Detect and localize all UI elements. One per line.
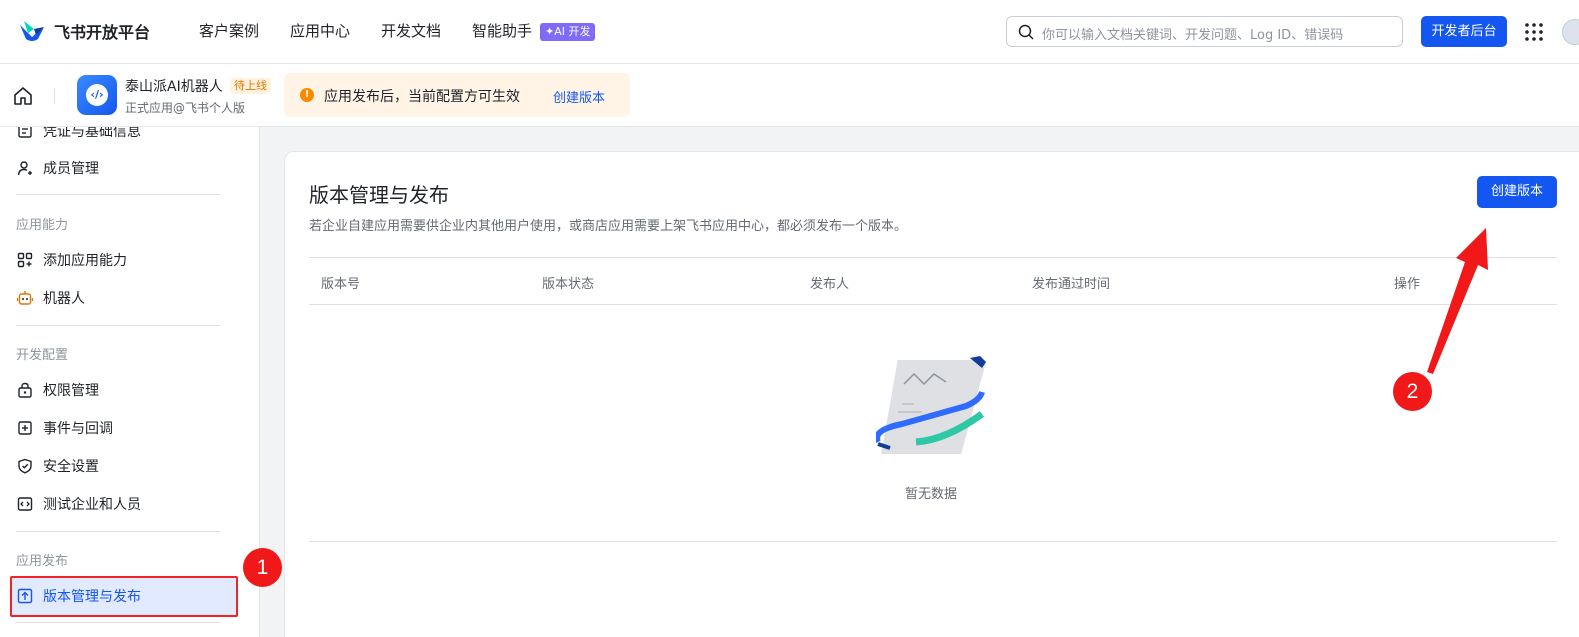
- app-name: 泰山派AI机器人: [125, 79, 223, 95]
- ai-dev-badge: ✦AI 开发: [540, 23, 596, 41]
- divider: [16, 622, 220, 623]
- avatar[interactable]: [1562, 19, 1579, 45]
- sidebar-item-label: 凭证与基础信息: [43, 127, 141, 140]
- sidebar-item-members[interactable]: 成员管理: [16, 158, 99, 178]
- app-grid-icon[interactable]: [1525, 23, 1543, 41]
- group-title-publish: 应用发布: [16, 554, 69, 569]
- divider: [54, 88, 55, 104]
- version-management-card: 版本管理与发布 若企业自建应用需要供企业内其他用户使用，或商店应用需要上架飞书应…: [284, 151, 1579, 637]
- sidebar-item-events[interactable]: 事件与回调: [16, 418, 113, 438]
- sidebar-item-security[interactable]: 安全设置: [16, 456, 99, 476]
- home-icon[interactable]: [13, 86, 33, 106]
- empty-state-illustration: [876, 356, 986, 454]
- publish-notice: ! 应用发布后，当前配置方可生效 创建版本: [284, 73, 630, 117]
- column-header-approve-time: 发布通过时间: [1032, 277, 1111, 292]
- sidebar-item-label: 安全设置: [43, 459, 99, 475]
- sidebar-item-credentials[interactable]: 凭证与基础信息: [16, 127, 141, 141]
- create-version-link[interactable]: 创建版本: [553, 87, 605, 106]
- sidebar: 凭证与基础信息 成员管理 应用能力 添加应用能力 机器人 开发配置 权限管理 事…: [0, 127, 260, 637]
- upload-icon: [16, 587, 34, 605]
- column-header-version: 版本号: [321, 277, 361, 292]
- page-title: 版本管理与发布: [309, 183, 449, 207]
- sidebar-item-label: 版本管理与发布: [43, 589, 141, 605]
- sidebar-item-label: 成员管理: [43, 161, 99, 177]
- sidebar-item-version-publish-content[interactable]: 版本管理与发布: [16, 586, 141, 606]
- sidebar-item-label: 测试企业和人员: [43, 497, 141, 513]
- logo-text: 飞书开放平台: [54, 23, 151, 42]
- app-avatar: ‹/›: [77, 75, 117, 115]
- page-description: 若企业自建应用需要供企业内其他用户使用，或商店应用需要上架飞书应用中心，都必须发…: [309, 219, 908, 234]
- warning-icon: !: [300, 88, 314, 102]
- table-border-bottom: [309, 541, 1557, 542]
- create-version-button[interactable]: 创建版本: [1477, 176, 1557, 208]
- notice-text: 应用发布后，当前配置方可生效: [324, 89, 520, 105]
- page: 飞书开放平台 客户案例 应用中心 开发文档 智能助手 ✦AI 开发 你可以输入文…: [0, 0, 1579, 637]
- member-icon: [16, 159, 34, 177]
- code-icon: ‹/›: [86, 84, 108, 106]
- top-navigation: 飞书开放平台 客户案例 应用中心 开发文档 智能助手 ✦AI 开发 你可以输入文…: [0, 0, 1579, 64]
- nav-dev-docs[interactable]: 开发文档: [381, 20, 441, 41]
- table-header-border: [309, 304, 1557, 305]
- app-subtitle: 正式应用@飞书个人版: [125, 101, 246, 115]
- feishu-logo-icon: [20, 21, 44, 41]
- sidebar-item-label: 事件与回调: [43, 421, 113, 437]
- lock-icon: [16, 381, 34, 399]
- shield-icon: [16, 457, 34, 475]
- app-header-bar: ‹/› 泰山派AI机器人 待上线 正式应用@飞书个人版 ! 应用发布后，当前配置…: [0, 64, 1579, 127]
- nav-assistant[interactable]: 智能助手: [472, 20, 532, 41]
- sidebar-item-add-capability[interactable]: 添加应用能力: [16, 250, 127, 270]
- column-header-actions: 操作: [1394, 277, 1421, 292]
- credential-icon: [16, 127, 34, 140]
- table-border-top: [309, 257, 1557, 258]
- group-title-dev-config: 开发配置: [16, 348, 69, 363]
- column-header-publisher: 发布人: [810, 277, 850, 292]
- add-capability-icon: [16, 251, 34, 269]
- logo[interactable]: 飞书开放平台: [18, 19, 150, 43]
- sidebar-item-label: 权限管理: [43, 383, 99, 399]
- annotation-marker-1: 1: [243, 548, 282, 587]
- developer-console-button[interactable]: 开发者后台: [1421, 16, 1507, 47]
- nav-app-center[interactable]: 应用中心: [290, 20, 350, 41]
- event-icon: [16, 419, 34, 437]
- search-icon: [1018, 24, 1034, 40]
- search-input[interactable]: 你可以输入文档关键词、开发问题、Log ID、错误码: [1006, 16, 1403, 47]
- sidebar-item-robot[interactable]: 机器人: [16, 288, 85, 308]
- status-badge: 待上线: [230, 78, 271, 94]
- divider: [16, 325, 220, 326]
- sidebar-item-label: 添加应用能力: [43, 253, 127, 269]
- robot-icon: [16, 289, 34, 307]
- group-title-capabilities: 应用能力: [16, 218, 69, 233]
- empty-state-text: 暂无数据: [905, 487, 958, 502]
- sidebar-item-test-enterprise[interactable]: 测试企业和人员: [16, 494, 141, 514]
- annotation-marker-2: 2: [1393, 372, 1432, 411]
- code-icon: [16, 495, 34, 513]
- sidebar-item-label: 机器人: [43, 291, 85, 307]
- search-placeholder: 你可以输入文档关键词、开发问题、Log ID、错误码: [1042, 28, 1344, 43]
- divider: [16, 194, 220, 195]
- column-header-status: 版本状态: [542, 277, 595, 292]
- nav-customer-cases[interactable]: 客户案例: [199, 20, 259, 41]
- divider: [16, 531, 220, 532]
- sidebar-item-permissions[interactable]: 权限管理: [16, 380, 99, 400]
